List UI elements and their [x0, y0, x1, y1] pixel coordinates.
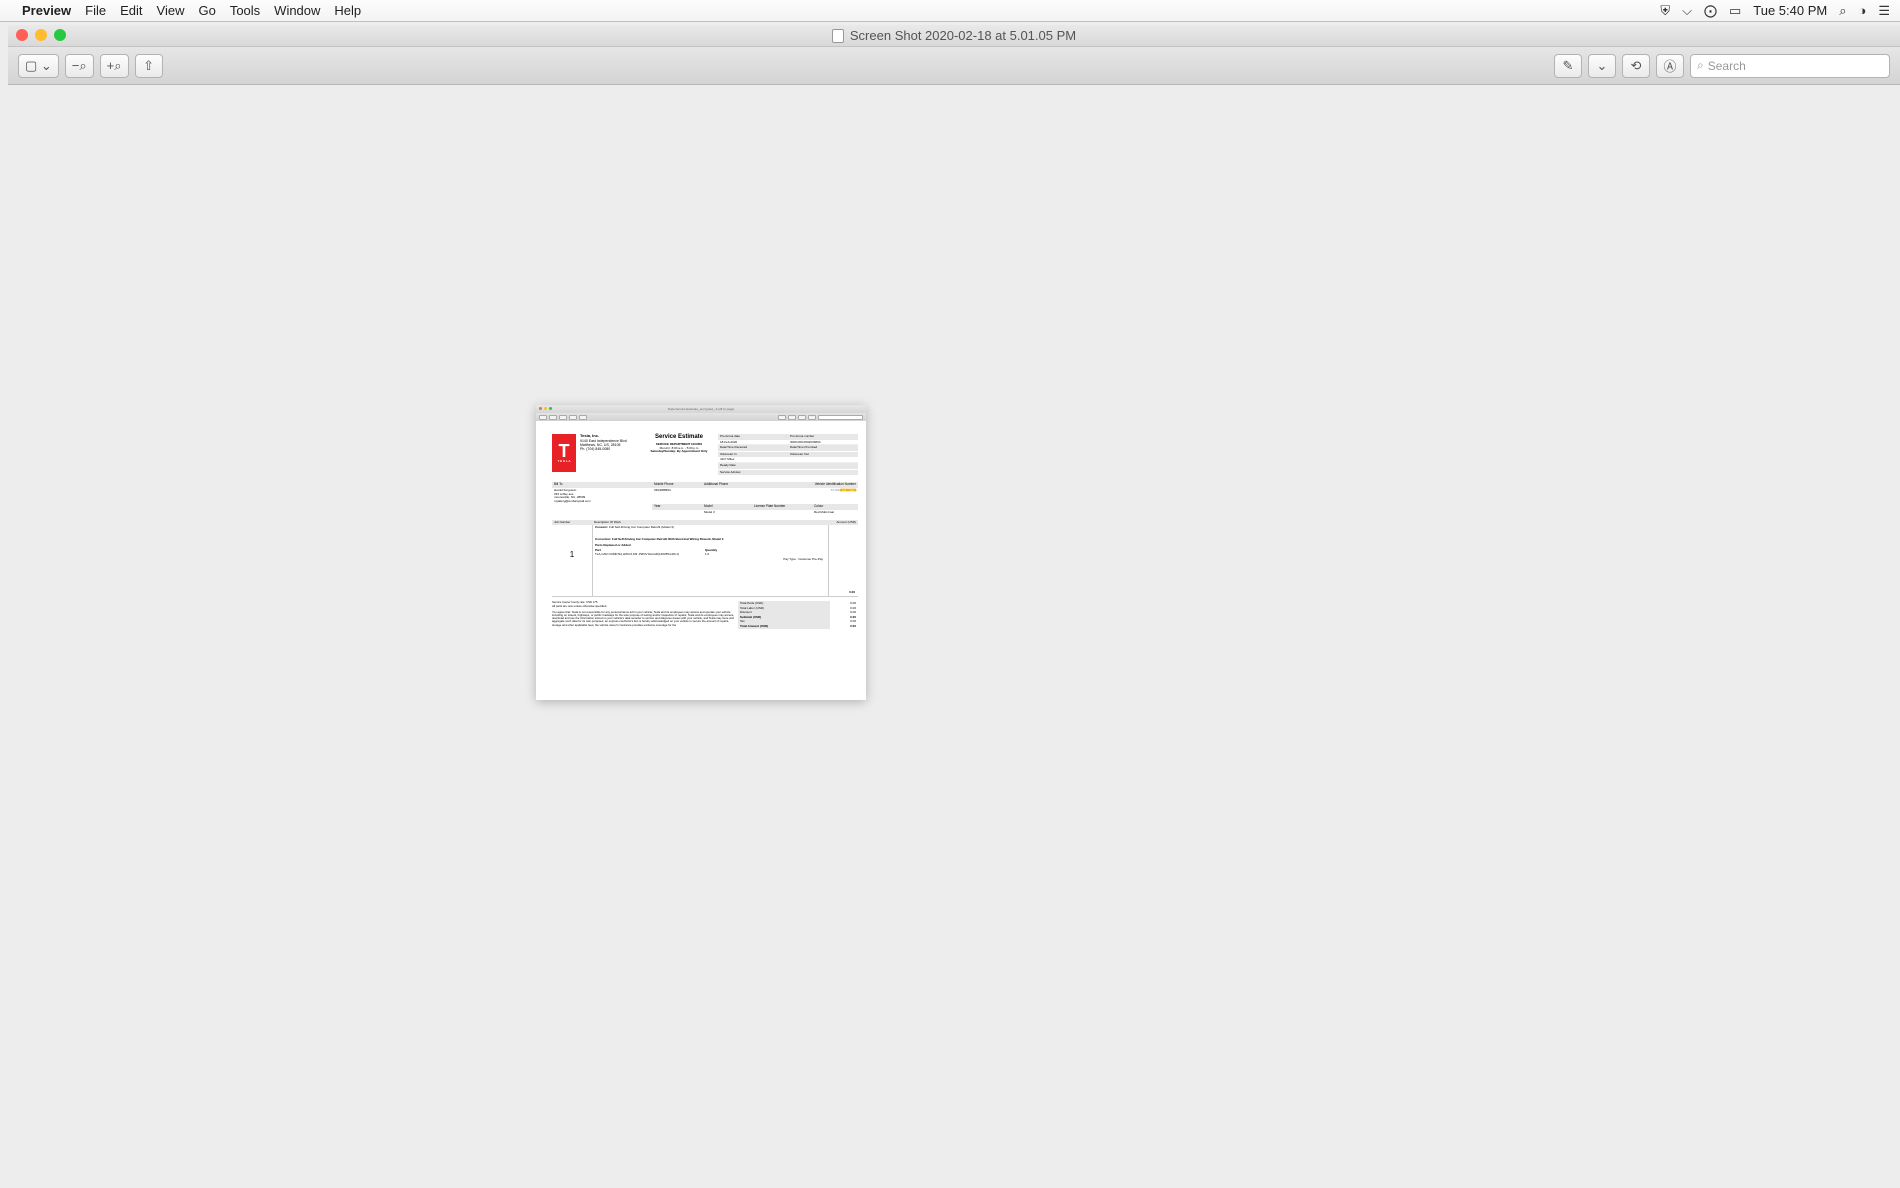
zoom-out-button[interactable]: −⌕ — [65, 54, 94, 78]
total-amount-label: Total Amount (USD) — [738, 624, 830, 629]
preview-toolbar: ▢ ⌄ −⌕ +⌕ ⇧ ✎ ⌄ ⟲ Ⓐ ⌕ Search — [8, 47, 1900, 85]
share-button[interactable]: ⇧ — [135, 54, 163, 78]
rotate-button[interactable]: ⟲ — [1622, 54, 1650, 78]
bluetooth-icon[interactable]: ⌵ — [1682, 3, 1692, 19]
company-phone: Ph. (704) 845-0080 — [580, 447, 640, 451]
markup-button[interactable]: ✎ — [1554, 54, 1582, 78]
window-title: Screen Shot 2020-02-18 at 5.01.05 PM — [850, 28, 1076, 43]
nested-minimize-icon — [544, 407, 547, 410]
colour-val: Red Multi-Coat — [812, 510, 858, 516]
nested-search — [818, 415, 863, 420]
spotlight-icon[interactable]: ⌕ — [1839, 3, 1846, 19]
vin-val: 5YJ3E😊😶😐😊😶😊 — [812, 488, 858, 504]
zoom-in-button[interactable]: +⌕ — [100, 54, 129, 78]
odoout-label: Odometer Out — [788, 452, 858, 459]
hours-line2: Saturday/Sunday: By Appointment Only — [644, 450, 714, 454]
document-canvas[interactable]: Tesla Service Estimate_encrypted_-2.pdf … — [8, 85, 1900, 1188]
correction-text: Full Self-Driving Car Computer Retrofit … — [612, 537, 723, 541]
part-value: TLA,CAR COMP,NA,HW3.0,M3 -PROV Retrofit(… — [595, 553, 695, 557]
ready-label: Ready Date — [718, 463, 858, 470]
sidebar-toggle-button[interactable]: ▢ ⌄ — [18, 54, 59, 78]
parts-label: Parts Replaced or Added — [595, 544, 826, 548]
concern-label: Concern: — [595, 525, 608, 529]
notifications-icon[interactable]: ☰ — [1878, 3, 1890, 19]
tesla-logo: TT E S L A — [552, 434, 576, 472]
search-field[interactable]: ⌕ Search — [1690, 54, 1890, 78]
received-label: Date/Time Received — [718, 445, 788, 452]
menu-file[interactable]: File — [85, 3, 106, 18]
menu-edit[interactable]: Edit — [120, 3, 142, 18]
search-placeholder: Search — [1708, 59, 1746, 73]
totals-table: Total Parts (USD)0.00 Total Labor (USD)0… — [738, 601, 858, 629]
nested-title: Tesla Service Estimate_encrypted_-2.pdf … — [668, 407, 735, 411]
tesla-service-estimate-document: TT E S L A Tesla, Inc. 9140 East Indepen… — [546, 430, 864, 633]
nested-titlebar: Tesla Service Estimate_encrypted_-2.pdf … — [536, 405, 866, 413]
nested-screenshot: Tesla Service Estimate_encrypted_-2.pdf … — [536, 405, 866, 700]
menu-window[interactable]: Window — [274, 3, 320, 18]
qty-value: 1.0 — [705, 553, 709, 557]
markup-dropdown-button[interactable]: ⌄ — [1588, 54, 1616, 78]
disclaimer: You agree that: Tesla is not responsible… — [552, 611, 734, 627]
correction-label: Correction: — [595, 537, 611, 541]
total-amount-value: 0.00 — [830, 624, 858, 629]
mac-menubar: Preview File Edit View Go Tools Window H… — [0, 0, 1900, 22]
clock[interactable]: Tue 5:40 PM — [1753, 3, 1827, 18]
advisor-label: Service Advisor — [718, 470, 858, 477]
paytype-amount: 0.00 — [849, 591, 855, 595]
document-icon — [832, 29, 844, 43]
menu-help[interactable]: Help — [334, 3, 361, 18]
nested-close-icon — [539, 407, 542, 410]
search-icon: ⌕ — [1697, 58, 1704, 73]
nested-zoom-icon — [549, 407, 552, 410]
mobile-val: 3304088954 — [652, 488, 702, 504]
paytype-label: Pay Type : Customer Pre-Pay — [783, 557, 823, 561]
promised-label: Date/Time Promised — [788, 445, 858, 452]
zoom-button[interactable] — [54, 29, 66, 41]
menu-go[interactable]: Go — [198, 3, 215, 18]
minimize-button[interactable] — [35, 29, 47, 41]
window-titlebar: Screen Shot 2020-02-18 at 5.01.05 PM — [8, 25, 1900, 47]
menu-tools[interactable]: Tools — [230, 3, 260, 18]
wifi-icon[interactable]: ⨀ — [1704, 3, 1717, 19]
bill-email: mylaferg@embarqmail.com — [554, 500, 650, 504]
menu-view[interactable]: View — [157, 3, 185, 18]
nested-toolbar — [536, 413, 866, 421]
close-button[interactable] — [16, 29, 28, 41]
preview-window: Screen Shot 2020-02-18 at 5.01.05 PM ▢ ⌄… — [8, 25, 1900, 1188]
parts-note: All parts are new unless otherwise speci… — [552, 605, 734, 608]
highlight-button[interactable]: Ⓐ — [1656, 54, 1684, 78]
battery-icon[interactable]: ▭ — [1729, 3, 1741, 19]
app-name[interactable]: Preview — [22, 3, 71, 18]
proforma-grid: Pro-forma date Pro-forma number 18-Feb-2… — [718, 434, 858, 476]
traffic-lights — [16, 29, 66, 41]
job-number: 1 — [552, 525, 592, 596]
document-title: Service Estimate — [644, 434, 714, 441]
siri-icon[interactable]: ◑ — [1858, 3, 1866, 18]
model-val: Model 3 — [702, 510, 752, 516]
concern-text: Full Self-Driving Car Computer Retrofit … — [609, 525, 674, 529]
shield-icon[interactable]: ⛨ — [1660, 3, 1670, 19]
company-block: Tesla, Inc. 9140 East Independence Blvd … — [580, 434, 640, 476]
